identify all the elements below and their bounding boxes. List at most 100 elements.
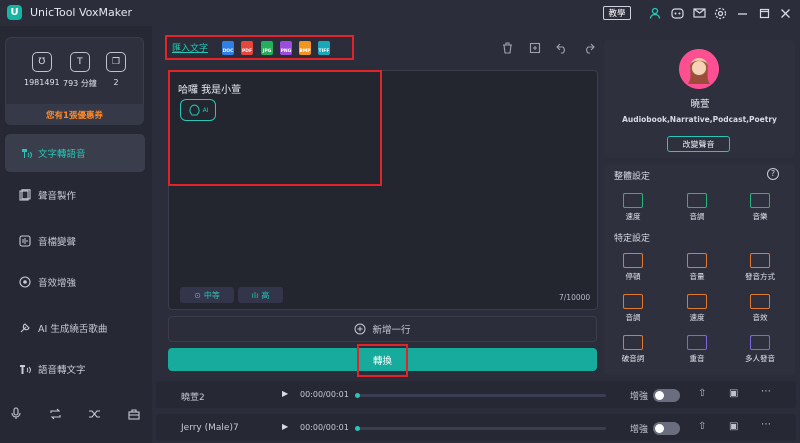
file-type-jpg[interactable]: JPG: [261, 41, 273, 55]
nav-label: AI 生成繞舌歌曲: [38, 324, 108, 335]
overall-music-setting[interactable]: 音樂: [737, 193, 783, 222]
redo-icon[interactable]: [582, 41, 596, 55]
ai-voice-chip[interactable]: AI: [180, 99, 216, 121]
nav-label: 音效增強: [38, 278, 77, 289]
ai-head-icon: [189, 104, 200, 116]
stress-icon: [687, 335, 707, 350]
bars-icon: [623, 294, 643, 309]
add-line-label: 新增一行: [372, 325, 411, 336]
nav-item-voice-change[interactable]: 音檔變聲: [5, 222, 145, 260]
maximize-icon[interactable]: [756, 5, 772, 21]
mail-icon[interactable]: [691, 5, 707, 21]
volume-icon: [687, 253, 707, 268]
export-icon[interactable]: ⇧: [698, 388, 706, 399]
app-title: UnicTool VoxMaker: [30, 6, 133, 19]
minutes-value: 793 分鐘: [63, 79, 97, 88]
sound-effect-setting[interactable]: 音效: [737, 294, 783, 323]
polyphone-setting[interactable]: 破音詞: [610, 335, 656, 364]
track-name: 曉萱2: [181, 393, 205, 403]
file-type-bmp[interactable]: BMP: [299, 41, 311, 55]
discord-icon[interactable]: [669, 5, 685, 21]
progress-track[interactable]: [356, 427, 606, 430]
progress-track[interactable]: [356, 394, 606, 397]
speed-setting[interactable]: 速度: [674, 294, 720, 323]
file-type-tiff[interactable]: TIFF: [318, 41, 330, 55]
more-icon[interactable]: ⋯: [761, 419, 771, 430]
play-icon[interactable]: ▶: [282, 389, 288, 398]
close-icon[interactable]: [777, 5, 793, 21]
enhance-toggle[interactable]: [653, 422, 680, 435]
change-voice-button[interactable]: 改變聲音: [667, 136, 730, 152]
delete-icon[interactable]: [500, 41, 514, 55]
minutes-stat: T 793 分鐘: [63, 52, 97, 89]
user-icon[interactable]: [647, 5, 663, 21]
voice-tags: Audiobook,Narrative,Podcast,Poetry: [622, 115, 777, 124]
settings-gear-icon[interactable]: [712, 5, 728, 21]
overall-pitch-setting[interactable]: 音調: [674, 193, 720, 222]
volume-setting[interactable]: 音量: [674, 253, 720, 282]
file-type-png[interactable]: PNG: [280, 41, 292, 55]
multi-speaker-icon: [750, 335, 770, 350]
pause-setting[interactable]: 停頓: [610, 253, 656, 282]
nav-item-enhance[interactable]: 音效增強: [5, 263, 145, 301]
rap-icon: [18, 321, 32, 335]
file-type-doc[interactable]: DOC: [222, 41, 234, 55]
add-line-button[interactable]: 新增一行: [168, 316, 597, 342]
sound-effect-icon: [750, 294, 770, 309]
music-note-icon: [750, 193, 770, 208]
file-type-pdf[interactable]: PDF: [241, 41, 253, 55]
pitch-icon: ılı: [251, 290, 259, 300]
enhance-toggle[interactable]: [653, 389, 680, 402]
specific-settings-title: 特定設定: [614, 234, 651, 244]
toolbox-icon[interactable]: [128, 408, 140, 423]
track-time: 00:00/00:01: [300, 390, 349, 399]
speedometer-icon: [687, 294, 707, 309]
more-icon[interactable]: ⋯: [761, 386, 771, 397]
speed-pill[interactable]: ⊙ 中等: [180, 287, 234, 303]
nav-label: 語音轉文字: [38, 365, 86, 376]
track-time: 00:00/00:01: [300, 423, 349, 432]
count-stat: ❐ 2: [106, 52, 126, 87]
voice-make-icon: [18, 188, 32, 202]
progress-handle[interactable]: [355, 393, 360, 398]
import-text-link[interactable]: 匯入文字: [172, 41, 208, 54]
pitch-setting[interactable]: 音調: [610, 294, 656, 323]
voice-name: 曉萱: [690, 99, 710, 110]
app-logo-icon: U: [7, 5, 22, 20]
play-icon[interactable]: ▶: [282, 422, 288, 431]
pronunciation-setting[interactable]: 發音方式: [737, 253, 783, 282]
enhance-label: 增強: [630, 425, 649, 435]
nav-label: 聲音製作: [38, 191, 77, 202]
undo-icon[interactable]: [555, 41, 569, 55]
help-icon[interactable]: ?: [767, 168, 779, 180]
ai-chip-label: AI: [202, 106, 209, 114]
save-icon[interactable]: ▣: [729, 421, 738, 432]
guide-button[interactable]: 教學: [603, 6, 631, 20]
repeat-icon[interactable]: [49, 408, 62, 423]
speed-pill-label: 中等: [203, 290, 220, 300]
voice-avatar[interactable]: [679, 49, 719, 89]
enhance-icon: [18, 275, 32, 289]
minimize-icon[interactable]: [734, 5, 750, 21]
characters-value: 1981491: [24, 78, 60, 87]
multi-speaker-setting[interactable]: 多人發音: [737, 335, 783, 364]
save-icon[interactable]: ▣: [729, 388, 738, 399]
add-block-icon[interactable]: [528, 41, 542, 55]
nav-item-ai-rap[interactable]: AI 生成繞舌歌曲: [5, 309, 145, 347]
shuffle-icon[interactable]: [88, 408, 101, 423]
coupon-banner[interactable]: 您有1張優惠券: [5, 104, 144, 125]
overall-speed-setting[interactable]: 速度: [610, 193, 656, 222]
enhance-label: 增強: [630, 392, 649, 402]
editor-text[interactable]: 哈囉 我是小萱: [178, 81, 241, 96]
nav-item-text-to-speech[interactable]: 文字轉語音: [5, 134, 145, 172]
pitch-pill[interactable]: ılı 高: [238, 287, 283, 303]
nav-item-speech-to-text[interactable]: 語音轉文字: [5, 350, 145, 388]
progress-handle[interactable]: [355, 426, 360, 431]
microphone-icon[interactable]: [10, 407, 22, 423]
speedometer-icon: [623, 193, 643, 208]
export-icon[interactable]: ⇧: [698, 421, 706, 432]
speech-text-icon: [18, 362, 32, 376]
nav-label: 文字轉語音: [38, 149, 86, 160]
stress-setting[interactable]: 重音: [674, 335, 720, 364]
nav-item-voice-make[interactable]: 聲音製作: [5, 176, 145, 214]
